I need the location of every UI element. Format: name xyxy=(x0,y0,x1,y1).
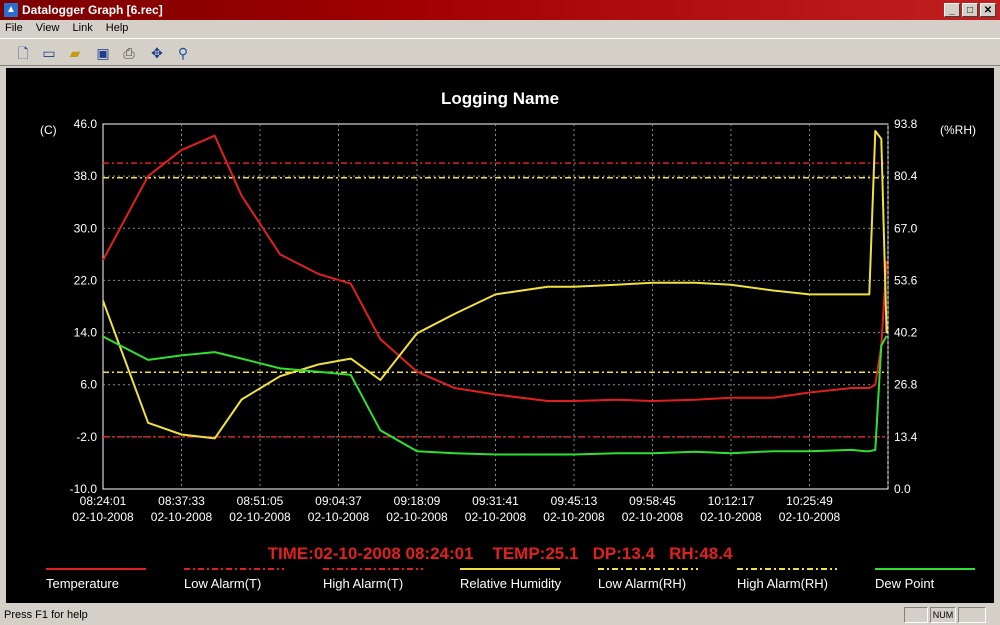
x-tick-date-label: 02-10-2008 xyxy=(72,510,134,524)
x-tick-date-label: 02-10-2008 xyxy=(700,510,762,524)
y-tick-right-label: 40.2 xyxy=(894,326,918,340)
status-panel-blank xyxy=(904,607,928,623)
x-tick-date-label: 02-10-2008 xyxy=(779,510,841,524)
x-tick-date-label: 02-10-2008 xyxy=(229,510,291,524)
x-tick-time-label: 08:37:33 xyxy=(158,494,205,508)
series-line xyxy=(102,134,888,402)
print-icon[interactable]: ⎙ xyxy=(118,42,140,64)
status-num: NUM xyxy=(930,607,956,623)
x-tick-date-label: 02-10-2008 xyxy=(308,510,370,524)
y-tick-right-label: 0.0 xyxy=(894,482,911,496)
x-tick-time-label: 10:25:49 xyxy=(786,494,833,508)
window-title: Datalogger Graph [6.rec] xyxy=(22,3,163,17)
y-tick-left-label: 46.0 xyxy=(74,117,98,131)
maximize-button[interactable]: □ xyxy=(962,3,978,17)
x-tick-date-label: 02-10-2008 xyxy=(543,510,605,524)
chart-svg: Logging Name (C) (%RH) TIME:02-10-2008 0… xyxy=(40,89,976,591)
y-tick-right-label: 53.6 xyxy=(894,273,918,287)
app-icon: ▲ xyxy=(4,3,18,17)
status-bar: Press F1 for help NUM xyxy=(0,605,1000,625)
menu-help[interactable]: Help xyxy=(101,20,134,36)
y-tick-left-label: -2.0 xyxy=(76,430,97,444)
legend-item-label: High Alarm(T) xyxy=(323,576,403,591)
y-tick-right-label: 13.4 xyxy=(894,430,918,444)
y-axis-right-label: (%RH) xyxy=(940,123,976,137)
x-tick-time-label: 09:31:41 xyxy=(472,494,519,508)
menu-bar: File View Link Help xyxy=(0,20,1000,38)
y-tick-right-label: 93.8 xyxy=(894,117,918,131)
x-tick-time-label: 09:04:37 xyxy=(315,494,362,508)
x-tick-time-label: 08:51:05 xyxy=(237,494,284,508)
x-tick-date-label: 02-10-2008 xyxy=(465,510,527,524)
x-tick-time-label: 09:58:45 xyxy=(629,494,676,508)
toolbar: 🗋 ▭ ▰ ▣ ⎙ ✥ ⚲ xyxy=(0,38,1000,66)
title-bar: ▲ Datalogger Graph [6.rec] _ □ ✕ xyxy=(0,0,1000,20)
fit-icon[interactable]: ✥ xyxy=(146,42,168,64)
save-icon[interactable]: ▣ xyxy=(92,42,114,64)
y-tick-left-label: 30.0 xyxy=(74,221,98,235)
y-tick-left-label: 6.0 xyxy=(80,378,97,392)
y-tick-left-label: 22.0 xyxy=(74,273,98,287)
y-axis-left-label: (C) xyxy=(40,123,57,137)
legend-item-label: Temperature xyxy=(46,576,119,591)
chart-title: Logging Name xyxy=(441,89,559,108)
legend-item-label: Dew Point xyxy=(875,576,935,591)
zoom-icon[interactable]: ⚲ xyxy=(172,42,194,64)
new-icon[interactable]: 🗋 xyxy=(12,42,34,64)
x-tick-date-label: 02-10-2008 xyxy=(386,510,448,524)
chart-panel: Logging Name (C) (%RH) TIME:02-10-2008 0… xyxy=(6,68,994,603)
status-help: Press F1 for help xyxy=(4,609,88,621)
y-tick-right-label: 80.4 xyxy=(894,169,918,183)
x-tick-time-label: 08:24:01 xyxy=(80,494,127,508)
y-tick-left-label: 38.0 xyxy=(74,169,98,183)
open-folder-icon[interactable]: ▰ xyxy=(64,42,86,64)
device-icon[interactable]: ▭ xyxy=(38,42,60,64)
x-tick-date-label: 02-10-2008 xyxy=(151,510,213,524)
legend-item-label: High Alarm(RH) xyxy=(737,576,828,591)
cursor-readout: TIME:02-10-2008 08:24:01 TEMP:25.1 DP:13… xyxy=(268,544,733,563)
menu-view[interactable]: View xyxy=(31,20,65,36)
status-panel-blank-2 xyxy=(958,607,986,623)
x-tick-time-label: 10:12:17 xyxy=(708,494,755,508)
legend-item-label: Low Alarm(T) xyxy=(184,576,261,591)
legend-item-label: Relative Humidity xyxy=(460,576,562,591)
y-tick-left-label: 14.0 xyxy=(74,326,98,340)
legend-item-label: Low Alarm(RH) xyxy=(598,576,686,591)
y-tick-right-label: 67.0 xyxy=(894,221,918,235)
menu-link[interactable]: Link xyxy=(68,20,98,36)
x-tick-time-label: 09:18:09 xyxy=(394,494,441,508)
x-tick-time-label: 09:45:13 xyxy=(551,494,598,508)
minimize-button[interactable]: _ xyxy=(944,3,960,17)
y-tick-right-label: 26.8 xyxy=(894,378,918,392)
x-tick-date-label: 02-10-2008 xyxy=(622,510,684,524)
menu-file[interactable]: File xyxy=(0,20,28,36)
close-button[interactable]: ✕ xyxy=(980,3,996,17)
